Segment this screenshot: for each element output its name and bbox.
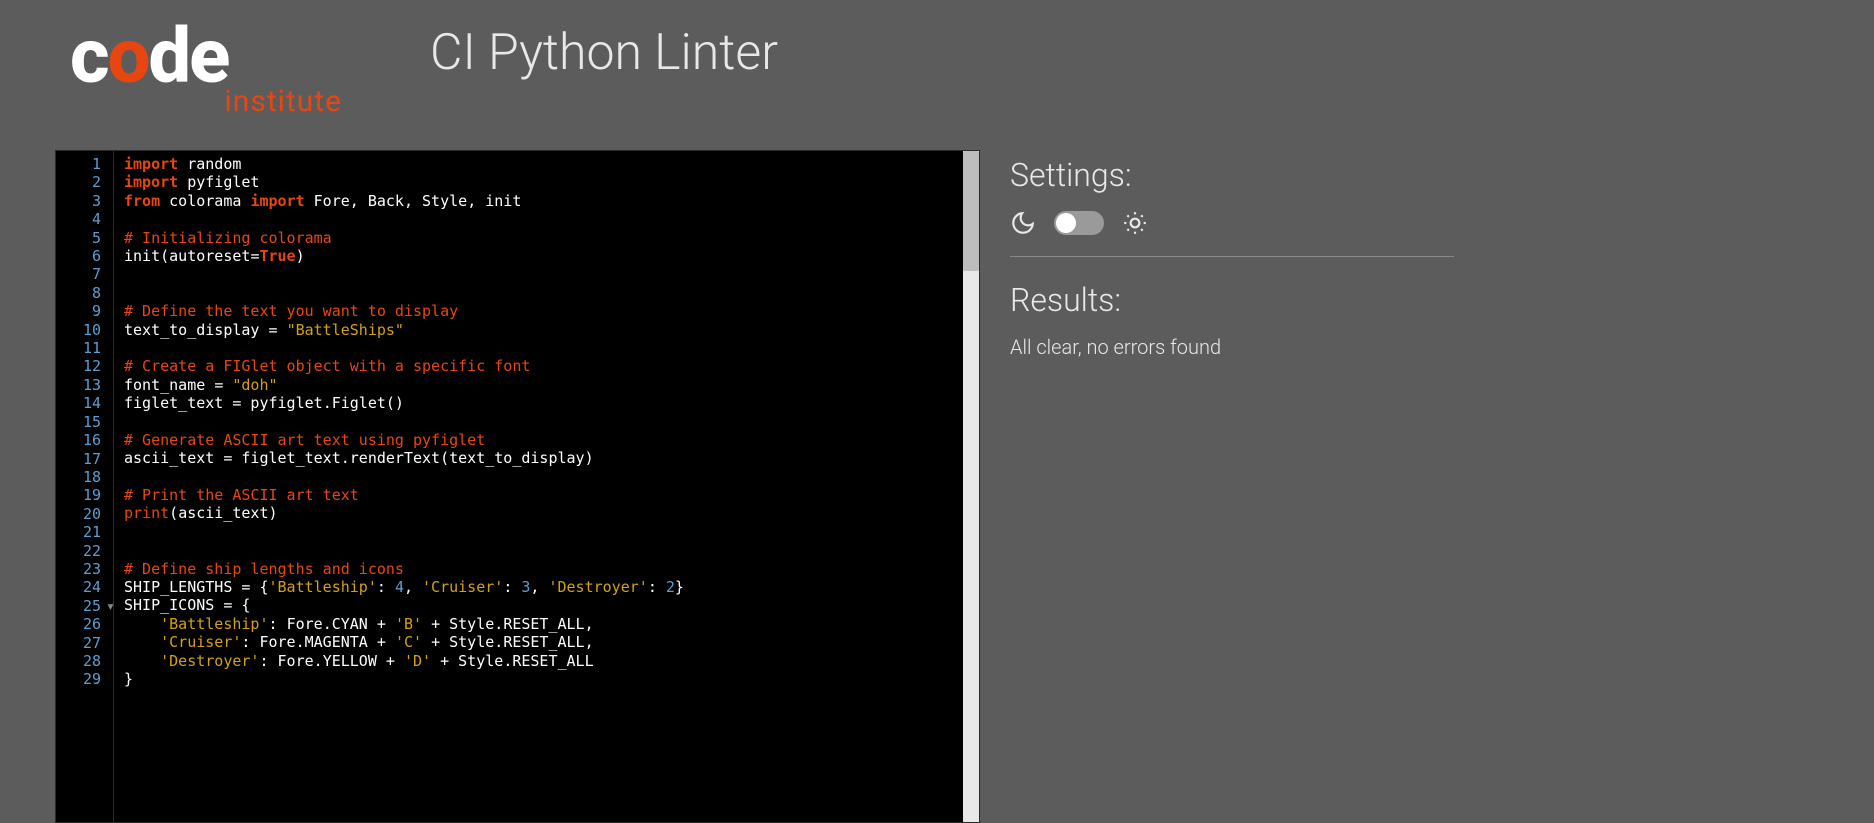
code-line: 'Cruiser': Fore.MAGENTA + 'C' + Style.RE… — [124, 633, 979, 651]
code-line: SHIP_LENGTHS = {'Battleship': 4, 'Cruise… — [124, 578, 979, 596]
code-line: font_name = "doh" — [124, 376, 979, 394]
line-number: 25▾ — [56, 597, 113, 615]
theme-toggle[interactable] — [1054, 211, 1104, 235]
sun-icon — [1122, 210, 1148, 236]
line-number: 5 — [56, 229, 113, 247]
code-line: import random — [124, 155, 979, 173]
code-line: # Initializing colorama — [124, 229, 979, 247]
code-line — [124, 412, 979, 430]
line-number: 18 — [56, 468, 113, 486]
code-line — [124, 210, 979, 228]
code-line: # Define ship lengths and icons — [124, 560, 979, 578]
line-number: 13 — [56, 376, 113, 394]
line-number: 22 — [56, 542, 113, 560]
code-editor[interactable]: 1234567891011121314151617181920212223242… — [55, 150, 980, 823]
line-number: 23 — [56, 560, 113, 578]
line-number: 16 — [56, 431, 113, 449]
code-line — [124, 468, 979, 486]
logo-code: code — [70, 22, 350, 90]
code-line: # Print the ASCII art text — [124, 486, 979, 504]
line-number: 26 — [56, 615, 113, 633]
code-line: SHIP_ICONS = { — [124, 596, 979, 614]
code-line: init(autoreset=True) — [124, 247, 979, 265]
line-number: 12 — [56, 357, 113, 375]
line-number: 3 — [56, 192, 113, 210]
page-title: CI Python Linter — [430, 24, 778, 82]
toggle-knob — [1056, 213, 1076, 233]
line-number: 15 — [56, 413, 113, 431]
scrollbar-thumb[interactable] — [963, 151, 979, 271]
line-number: 27 — [56, 634, 113, 652]
line-number: 4 — [56, 210, 113, 228]
line-number: 1 — [56, 155, 113, 173]
moon-icon — [1010, 210, 1036, 236]
line-number: 8 — [56, 284, 113, 302]
code-area[interactable]: import randomimport pyfigletfrom coloram… — [114, 151, 979, 822]
line-gutter: 1234567891011121314151617181920212223242… — [56, 151, 114, 822]
line-number: 7 — [56, 265, 113, 283]
code-line — [124, 284, 979, 302]
line-number: 21 — [56, 523, 113, 541]
code-line: import pyfiglet — [124, 173, 979, 191]
code-line: 'Destroyer': Fore.YELLOW + 'D' + Style.R… — [124, 652, 979, 670]
logo: code institute — [70, 10, 350, 119]
code-line: figlet_text = pyfiglet.Figlet() — [124, 394, 979, 412]
code-line: from colorama import Fore, Back, Style, … — [124, 192, 979, 210]
line-number: 17 — [56, 450, 113, 468]
line-number: 10 — [56, 321, 113, 339]
scrollbar-track[interactable] — [963, 151, 979, 822]
code-line: print(ascii_text) — [124, 504, 979, 522]
divider — [1010, 256, 1454, 257]
settings-heading: Settings: — [1010, 156, 1454, 194]
code-line: # Generate ASCII art text using pyfiglet — [124, 431, 979, 449]
code-line — [124, 541, 979, 559]
code-line — [124, 523, 979, 541]
line-number: 2 — [56, 173, 113, 191]
line-number: 14 — [56, 394, 113, 412]
line-number: 19 — [56, 486, 113, 504]
line-number: 24 — [56, 578, 113, 596]
code-line: } — [124, 670, 979, 688]
header: code institute CI Python Linter — [0, 0, 1874, 150]
line-number: 11 — [56, 339, 113, 357]
code-line: 'Battleship': Fore.CYAN + 'B' + Style.RE… — [124, 615, 979, 633]
line-number: 20 — [56, 505, 113, 523]
code-line: # Create a FIGlet object with a specific… — [124, 357, 979, 375]
results-text: All clear, no errors found — [1010, 335, 1454, 359]
code-line: ascii_text = figlet_text.renderText(text… — [124, 449, 979, 467]
code-line: # Define the text you want to display — [124, 302, 979, 320]
code-line — [124, 265, 979, 283]
right-panel: Settings: Results: All clear, no errors … — [1010, 150, 1874, 823]
main: 1234567891011121314151617181920212223242… — [0, 150, 1874, 823]
results-heading: Results: — [1010, 281, 1454, 319]
code-line — [124, 339, 979, 357]
theme-toggle-row — [1010, 210, 1454, 236]
line-number: 6 — [56, 247, 113, 265]
code-line: text_to_display = "BattleShips" — [124, 321, 979, 339]
line-number: 9 — [56, 302, 113, 320]
line-number: 29 — [56, 670, 113, 688]
line-number: 28 — [56, 652, 113, 670]
